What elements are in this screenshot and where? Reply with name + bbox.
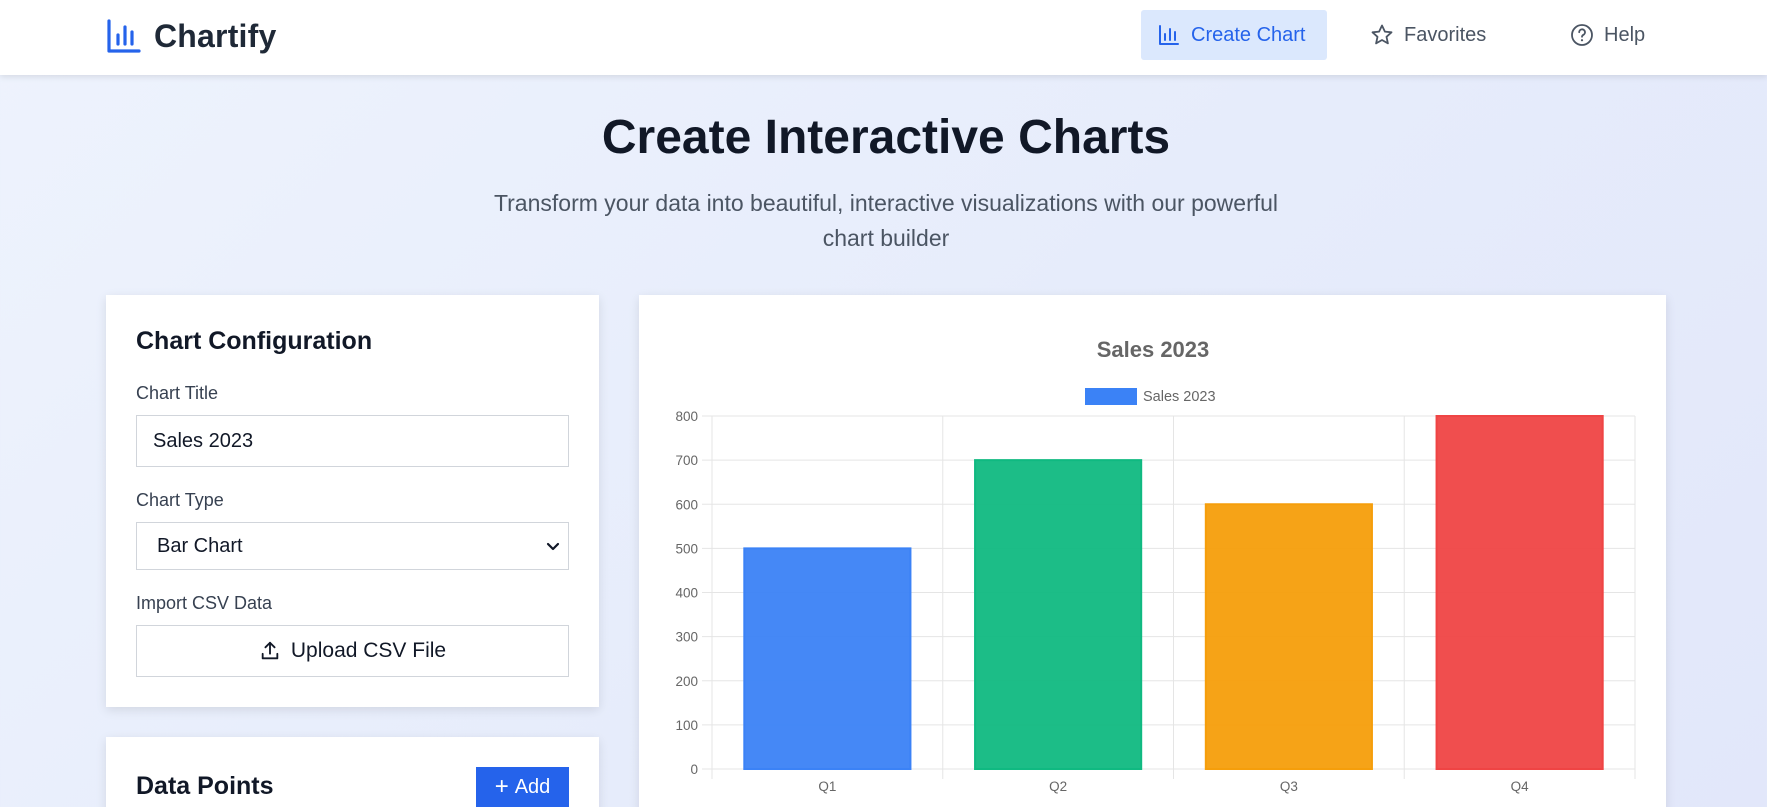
plus-icon: +	[494, 773, 509, 800]
chart-title-label: Chart Title	[136, 383, 219, 403]
upload-csv-label: Upload CSV File	[290, 639, 447, 662]
brand-name: Chartify	[154, 17, 277, 54]
bar-q3	[1204, 503, 1373, 770]
chevron-down-icon	[546, 542, 560, 551]
bar-q1	[743, 547, 912, 770]
nav-help-label: Help	[1604, 23, 1646, 46]
y-tick-label: 600	[675, 497, 698, 512]
upload-csv-button[interactable]: Upload CSV File	[136, 625, 569, 677]
bar-chart: Sales 2023 Sales 2023 0 100 200 300 400 500 60…	[675, 337, 1636, 794]
nav-favorites[interactable]: Favorites	[1354, 10, 1514, 60]
y-tick-label: 100	[675, 718, 698, 733]
chart-type-select[interactable]: Bar Chart	[136, 522, 569, 570]
data-points-heading: Data Points	[136, 772, 274, 800]
chart-type-selected-value: Bar Chart	[157, 534, 243, 557]
x-tick-label: Q2	[1049, 779, 1067, 794]
x-tick-label: Q1	[818, 779, 836, 794]
y-tick-label: 500	[675, 541, 698, 556]
y-tick-label: 0	[690, 762, 698, 777]
top-navbar: Chartify Create Chart Favorites Help	[0, 0, 1767, 75]
y-tick-label: 800	[675, 409, 698, 424]
y-tick-label: 300	[675, 630, 698, 645]
bar-chart-icon	[107, 19, 141, 53]
bar-q2	[974, 459, 1143, 770]
y-tick-label: 400	[675, 586, 698, 601]
help-circle-icon	[1571, 24, 1593, 46]
chart-configuration-heading: Chart Configuration	[136, 327, 373, 355]
bar-chart-icon	[1159, 25, 1179, 45]
nav-favorites-label: Favorites	[1404, 23, 1487, 46]
upload-icon	[261, 641, 279, 660]
legend-swatch[interactable]	[1085, 388, 1137, 405]
y-tick-label: 700	[675, 453, 698, 468]
brand-logo[interactable]: Chartify	[106, 16, 277, 56]
chart-preview-card: Sales 2023 Sales 2023 0 100 200 300 400 500 60…	[639, 295, 1666, 807]
chart-title-input[interactable]	[136, 415, 569, 467]
x-tick-label: Q3	[1280, 779, 1298, 794]
chart-title: Sales 2023	[1097, 337, 1210, 362]
nav-create-chart-label: Create Chart	[1191, 23, 1306, 46]
nav-help[interactable]: Help	[1554, 10, 1674, 60]
add-data-point-button[interactable]: + Add	[476, 767, 569, 807]
star-icon	[1371, 24, 1393, 45]
import-csv-label: Import CSV Data	[136, 593, 273, 613]
page-title: Create Interactive Charts	[601, 111, 1171, 164]
y-tick-label: 200	[675, 674, 698, 689]
data-points-card: Data Points + Add	[106, 737, 599, 807]
chart-configuration-card: Chart Configuration Chart Title Chart Ty…	[106, 295, 599, 707]
bar-q4	[1435, 415, 1604, 770]
nav-create-chart[interactable]: Create Chart	[1141, 10, 1327, 60]
legend-label[interactable]: Sales 2023	[1143, 389, 1216, 405]
add-button-label: Add	[514, 775, 551, 798]
page-subtitle: Transform your data into beautiful, inte…	[493, 190, 1279, 251]
chart-type-label: Chart Type	[136, 490, 224, 510]
x-tick-label: Q4	[1511, 779, 1530, 794]
